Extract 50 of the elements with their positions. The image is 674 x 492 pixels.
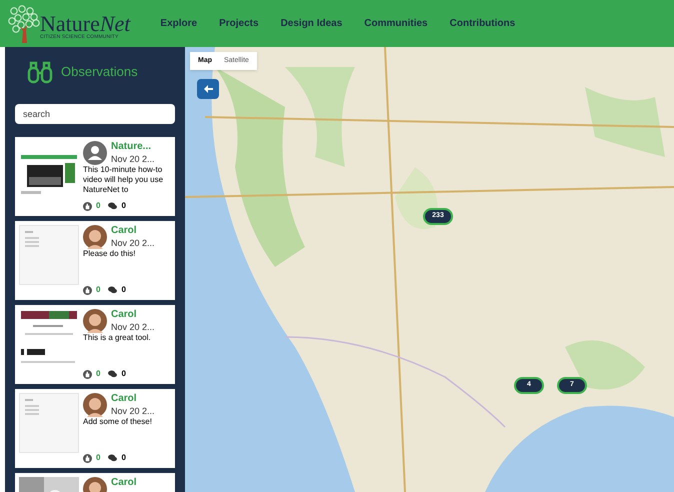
user-name[interactable]: Carol bbox=[111, 225, 155, 238]
nav-link[interactable]: Explore bbox=[160, 16, 198, 31]
comments-icon[interactable] bbox=[108, 286, 118, 294]
comments-icon[interactable] bbox=[108, 454, 118, 462]
comment-count: 0 bbox=[121, 284, 126, 296]
observation-text: This is a great tool. bbox=[83, 333, 152, 343]
comment-count: 0 bbox=[121, 368, 126, 380]
avatar-icon bbox=[83, 141, 107, 165]
like-count: 0 bbox=[96, 284, 100, 296]
binoculars-icon bbox=[27, 60, 53, 84]
post-date: Nov 20 2... bbox=[111, 322, 155, 333]
observation-text: This 10-minute how-to video will help you use NatureNet to bbox=[83, 165, 164, 195]
nav-link[interactable]: Communities bbox=[364, 16, 428, 31]
post-date: Nov 20 2... bbox=[111, 406, 155, 417]
like-count: 0 bbox=[96, 200, 100, 212]
like-count: 0 bbox=[96, 452, 100, 464]
avatar-icon bbox=[83, 309, 107, 333]
comments-icon[interactable] bbox=[108, 202, 118, 210]
user-name[interactable]: Carol bbox=[111, 477, 137, 490]
sidebar-title: Observations bbox=[61, 63, 138, 82]
tree-logo-icon[interactable] bbox=[8, 4, 42, 42]
thumbs-up-icon[interactable] bbox=[83, 202, 92, 210]
thumbs-up-icon[interactable] bbox=[83, 286, 92, 294]
back-button[interactable] bbox=[197, 79, 219, 99]
observation-text: Please do this! bbox=[83, 249, 136, 259]
observation-card[interactable]: Carol Nov 20 2... This is a great tool. 0 0 bbox=[15, 305, 175, 384]
user-name[interactable]: Nature... bbox=[111, 141, 155, 154]
avatar-icon bbox=[83, 225, 107, 249]
search-field[interactable]: search bbox=[15, 104, 175, 124]
thumbs-up-icon[interactable] bbox=[83, 454, 92, 462]
nav-link[interactable]: Design Ideas bbox=[280, 16, 342, 31]
nav-link[interactable]: Projects bbox=[219, 16, 259, 31]
observation-text: Add some of these! bbox=[83, 417, 153, 427]
user-name[interactable]: Carol bbox=[111, 309, 155, 322]
post-date: Nov 20 2... bbox=[111, 154, 155, 165]
avatar-icon bbox=[83, 393, 107, 417]
like-count: 0 bbox=[96, 368, 100, 380]
observation-card[interactable]: Carol bbox=[15, 473, 175, 492]
logo-title[interactable]: NatureNet bbox=[40, 14, 130, 34]
user-name[interactable]: Carol bbox=[111, 393, 155, 406]
comment-count: 0 bbox=[121, 200, 126, 212]
observation-card[interactable]: Carol Nov 20 2... Please do this! 0 0 bbox=[15, 221, 175, 300]
observation-card[interactable]: Nature... Nov 20 2... This 10-minute how-to video will help you use NatureNet to 0 0 bbox=[15, 137, 175, 216]
comment-count: 0 bbox=[121, 452, 126, 464]
post-date: Nov 20 2... bbox=[111, 238, 155, 249]
thumbs-up-icon[interactable] bbox=[83, 370, 92, 378]
back-arrow-icon bbox=[204, 85, 212, 93]
nav-link[interactable]: Contributions bbox=[450, 16, 516, 31]
comments-icon[interactable] bbox=[108, 370, 118, 378]
observation-card[interactable]: Carol Nov 20 2... Add some of these! 0 0 bbox=[15, 389, 175, 468]
